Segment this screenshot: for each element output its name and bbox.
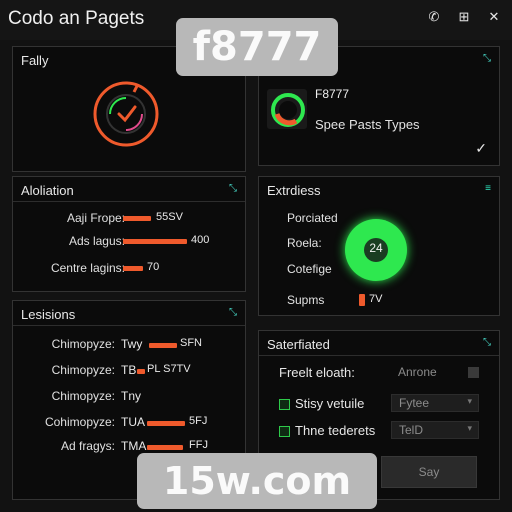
- check-icon[interactable]: ✓: [475, 140, 487, 157]
- checkbox-label: Stisy vetuile: [295, 396, 365, 411]
- say-button-label: Say: [418, 465, 440, 479]
- close-icon[interactable]: ✕: [486, 9, 502, 25]
- level-bar: [359, 294, 365, 306]
- panel-extrdiess: Extrdiess ≡ Porciated Roela: Cotefige Su…: [258, 176, 500, 316]
- field-label: Supms: [287, 293, 325, 307]
- collapse-icon[interactable]: ⤡: [483, 53, 491, 64]
- level-bar: [147, 445, 183, 450]
- square-icon: [468, 367, 479, 378]
- panel-title: Lesisions: [21, 307, 76, 322]
- chevron-down-icon: ▾: [467, 423, 472, 433]
- field-label: Roela:: [287, 236, 322, 250]
- row-mid: TUA: [121, 415, 145, 429]
- level-bar: [123, 266, 143, 271]
- level-bar: [123, 239, 187, 244]
- app-title: Codo an Pagets: [8, 8, 145, 29]
- row-mid: TMA: [121, 439, 147, 453]
- checkbox-thne[interactable]: [279, 426, 290, 437]
- row-label: Cohimopyze:: [44, 415, 115, 429]
- panel-aloliation: Aloliation ⤡ Aaji Frope: 55SV Ads lagus:…: [12, 176, 246, 292]
- select-fytee[interactable]: Fytee ▾: [391, 394, 479, 412]
- say-button[interactable]: Say: [381, 456, 477, 488]
- panel-title: Extrdiess: [267, 183, 321, 198]
- menu-icon[interactable]: ≡: [485, 183, 491, 194]
- row-label: Chimopyze:: [51, 363, 115, 377]
- select-anrone[interactable]: Anrone: [391, 364, 483, 382]
- checkbox-stisy[interactable]: [279, 399, 290, 410]
- row-mid: TB: [121, 363, 137, 377]
- window-controls: ✆ ⊞ ✕: [426, 9, 502, 25]
- row-value: 400: [191, 234, 210, 246]
- watermark-top: f8777: [176, 18, 338, 76]
- panel-title: Aloliation: [21, 183, 74, 198]
- row-mid: Tny: [121, 389, 142, 403]
- dial-value: 24: [369, 241, 383, 255]
- level-bar: [137, 369, 145, 374]
- row-label: Chimopyze:: [51, 337, 115, 351]
- row-value: SFN: [180, 337, 202, 349]
- field-label: Freelt eloath:: [279, 365, 355, 380]
- select-value: Fytee: [399, 396, 430, 410]
- field-label: Cotefige: [287, 262, 332, 276]
- row-label: Aaji Frope:: [66, 211, 125, 225]
- select-teld[interactable]: TelD ▾: [391, 421, 479, 439]
- panel-title: Fally: [21, 53, 49, 68]
- row-value: 55SV: [156, 211, 183, 223]
- grid-icon[interactable]: ⊞: [456, 9, 472, 25]
- phone-icon[interactable]: ✆: [426, 9, 442, 25]
- check-gauge-icon: [93, 81, 159, 147]
- level-bar: [147, 421, 185, 426]
- expand-icon[interactable]: ⤡: [229, 307, 237, 318]
- row-mid: Twy: [121, 337, 143, 351]
- supms-value: 7V: [369, 293, 383, 305]
- row-value: PL S7TV: [147, 363, 191, 375]
- panel-divider: [259, 355, 499, 356]
- dial-knob[interactable]: 24: [345, 219, 407, 281]
- row-label: Ads lagus:: [68, 234, 125, 248]
- row-value: FFJ: [189, 439, 208, 451]
- expand-icon[interactable]: ⤡: [229, 183, 237, 194]
- level-bar: [123, 216, 151, 221]
- panel-title: Saterfiated: [267, 337, 330, 352]
- row-label: Chimopyze:: [51, 389, 115, 403]
- app-logo-icon: [267, 89, 307, 129]
- field-label: Porciated: [287, 211, 338, 225]
- app-name: F8777: [315, 87, 350, 101]
- select-value: Anrone: [398, 365, 437, 379]
- app-subtitle: Spee Pasts Types: [315, 117, 420, 132]
- row-value: 5FJ: [189, 415, 208, 427]
- watermark-bottom: 15w.com: [137, 453, 377, 509]
- panel-divider: [13, 201, 245, 202]
- row-label: Ad fragys:: [60, 439, 115, 453]
- row-label: Centre lagins:: [50, 261, 125, 275]
- row-value: 70: [147, 261, 160, 273]
- expand-icon[interactable]: ⤡: [483, 337, 491, 348]
- select-value: TelD: [399, 423, 424, 437]
- level-bar: [149, 343, 177, 348]
- checkbox-label: Thne tederets: [295, 423, 376, 438]
- chevron-down-icon: ▾: [467, 396, 472, 406]
- panel-divider: [13, 325, 245, 326]
